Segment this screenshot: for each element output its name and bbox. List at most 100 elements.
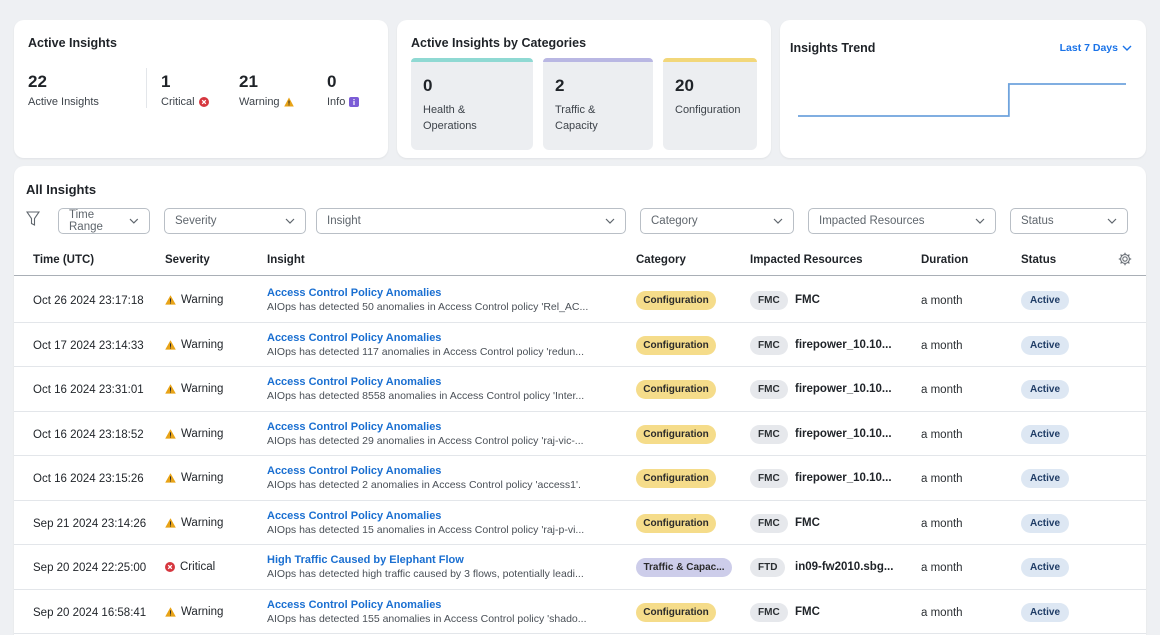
row-severity: Warning [165, 517, 223, 529]
col-impacted-resources[interactable]: Impacted Resources [750, 254, 863, 266]
row-insight: High Traffic Caused by Elephant Flow AIOp… [267, 554, 627, 580]
category-traffic-capacity[interactable]: 2 Traffic & Capacity [543, 58, 653, 150]
warning-icon [283, 97, 294, 107]
row-time: Sep 20 2024 22:25:00 [33, 562, 147, 574]
row-status-badge: Active [1021, 424, 1069, 444]
chevron-down-icon [1122, 45, 1132, 51]
col-severity[interactable]: Severity [165, 254, 210, 266]
row-insight-description: AIOps has detected 2 anomalies in Access… [267, 479, 581, 491]
insight-filter[interactable]: Insight [316, 208, 626, 234]
col-time[interactable]: Time (UTC) [33, 254, 94, 266]
info-metric[interactable]: 0 Info [327, 72, 360, 108]
row-resource-name[interactable]: FMC [795, 517, 820, 529]
row-status-badge: Active [1021, 380, 1069, 399]
row-resource-name[interactable]: firepower_10.10... [795, 428, 892, 440]
category-filter[interactable]: Category [640, 208, 794, 234]
row-resource-type-tag: FMC [750, 335, 788, 355]
row-category-badge: Configuration [636, 513, 716, 533]
table-row[interactable]: Oct 16 2024 23:18:52 Warning Access Contro… [14, 412, 1146, 456]
warning-icon [165, 339, 176, 350]
all-insights-card: All Insights Time Range Severity Insight… [14, 166, 1146, 635]
row-resource-type-tag: FTD [750, 558, 786, 577]
row-resource-type-tag: FMC [750, 513, 788, 533]
warning-icon [165, 428, 176, 439]
row-resource-type-tag: FMC [750, 291, 788, 310]
critical-label: Critical [161, 96, 195, 108]
row-severity-label: Warning [181, 427, 224, 440]
critical-metric[interactable]: 1 Critical [161, 72, 209, 108]
table-row[interactable]: Oct 16 2024 23:15:26 Warning Access Contro… [14, 456, 1146, 501]
col-category[interactable]: Category [636, 254, 686, 266]
categories-title: Active Insights by Categories [411, 36, 587, 50]
category-count: 20 [675, 76, 694, 95]
chevron-down-icon [605, 218, 615, 224]
row-insight-title-link[interactable]: Access Control Policy Anomalies [267, 287, 627, 299]
row-status-badge: Active [1021, 513, 1069, 533]
impacted-resources-filter[interactable]: Impacted Resources [808, 208, 996, 234]
row-duration: a month [921, 517, 963, 530]
col-status[interactable]: Status [1021, 254, 1056, 266]
row-insight-title-link[interactable]: Access Control Policy Anomalies [267, 376, 627, 388]
row-insight: Access Control Policy Anomalies AIOps has… [267, 510, 627, 536]
row-insight-title-link[interactable]: High Traffic Caused by Elephant Flow [267, 554, 627, 566]
row-resource-name[interactable]: FMC [795, 294, 820, 306]
warning-icon [165, 606, 176, 617]
row-severity: Warning [165, 606, 223, 618]
table-row[interactable]: Oct 17 2024 23:14:33 Warning Access Contro… [14, 323, 1146, 367]
category-configuration[interactable]: 20 Configuration [663, 58, 757, 150]
table-row[interactable]: Oct 26 2024 23:17:18 Warning Access Contro… [14, 278, 1146, 323]
gear-icon[interactable] [1118, 252, 1132, 266]
table-row[interactable]: Sep 20 2024 22:25:00 Critical High Traffic… [14, 545, 1146, 590]
row-resource-name[interactable]: firepower_10.10... [795, 383, 892, 395]
row-resource-name[interactable]: in09-fw2010.sbg... [795, 561, 893, 573]
row-severity-label: Warning [181, 338, 224, 351]
row-severity-label: Warning [181, 516, 224, 529]
row-time: Oct 16 2024 23:18:52 [33, 428, 144, 441]
row-insight-description: AIOps has detected 8558 anomalies in Acc… [267, 390, 585, 402]
table-row[interactable]: Sep 21 2024 23:14:26 Warning Access Contro… [14, 501, 1146, 545]
row-insight-title-link[interactable]: Access Control Policy Anomalies [267, 332, 627, 344]
row-category-badge: Configuration [636, 380, 716, 399]
filter-icon[interactable] [26, 211, 40, 227]
row-insight-title-link[interactable]: Access Control Policy Anomalies [267, 421, 627, 433]
info-count: 0 [327, 72, 337, 91]
category-health-operations[interactable]: 0 Health & Operations [411, 58, 533, 150]
severity-filter[interactable]: Severity [164, 208, 306, 234]
status-filter-label: Status [1021, 215, 1054, 227]
row-insight-description: AIOps has detected high traffic caused b… [267, 568, 584, 580]
row-time: Sep 20 2024 16:58:41 [33, 606, 147, 619]
chevron-down-icon [773, 218, 783, 224]
row-insight-description: AIOps has detected 117 anomalies in Acce… [267, 345, 584, 358]
row-insight-title-link[interactable]: Access Control Policy Anomalies [267, 599, 627, 611]
row-insight: Access Control Policy Anomalies AIOps has… [267, 376, 627, 402]
status-filter[interactable]: Status [1010, 208, 1128, 234]
row-resource-name[interactable]: firepower_10.10... [795, 339, 892, 351]
row-time: Oct 17 2024 23:14:33 [33, 339, 144, 352]
table-header: Time (UTC) Severity Insight Category Imp… [14, 246, 1146, 276]
row-resource-type-tag: FMC [750, 602, 788, 622]
trend-range-dropdown[interactable]: Last 7 Days [1060, 42, 1132, 54]
insights-trend-card: Insights Trend Last 7 Days [780, 20, 1146, 158]
row-status-badge: Active [1021, 335, 1069, 355]
severity-filter-label: Severity [175, 215, 217, 227]
row-status-badge: Active [1021, 602, 1069, 622]
trend-chart [798, 83, 1126, 117]
col-duration[interactable]: Duration [921, 254, 968, 266]
row-category-badge: Configuration [636, 335, 716, 355]
total-insights-metric[interactable]: 22 Active Insights [28, 72, 99, 108]
row-insight: Access Control Policy Anomalies AIOps has… [267, 599, 627, 625]
row-insight-title-link[interactable]: Access Control Policy Anomalies [267, 510, 627, 522]
warning-metric[interactable]: 21 Warning [239, 72, 294, 108]
total-insights-count: 22 [28, 72, 47, 91]
row-resource-name[interactable]: firepower_10.10... [795, 472, 892, 484]
chevron-down-icon [1107, 218, 1117, 224]
table-row[interactable]: Sep 20 2024 16:58:41 Warning Access Contro… [14, 590, 1146, 634]
category-label: Traffic & Capacity [555, 104, 598, 132]
total-insights-label: Active Insights [28, 96, 99, 108]
col-insight[interactable]: Insight [267, 254, 305, 266]
row-insight-title-link[interactable]: Access Control Policy Anomalies [267, 465, 627, 477]
active-insights-title: Active Insights [28, 36, 117, 50]
time-range-filter[interactable]: Time Range [58, 208, 150, 234]
row-resource-name[interactable]: FMC [795, 606, 820, 618]
table-row[interactable]: Oct 16 2024 23:31:01 Warning Access Contro… [14, 367, 1146, 412]
